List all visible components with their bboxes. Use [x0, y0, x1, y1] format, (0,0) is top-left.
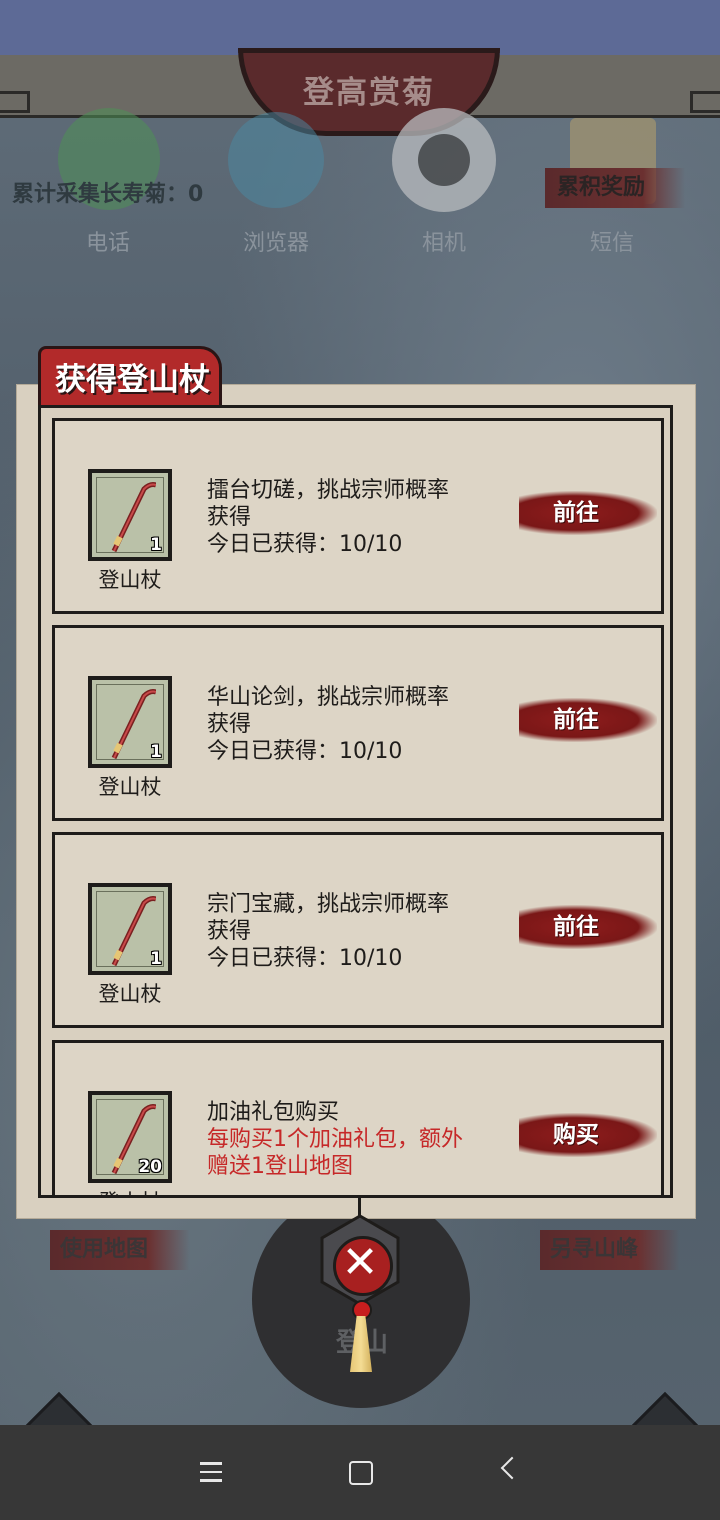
item-name: 登山杖 [98, 982, 162, 1006]
item-name: 登山杖 [98, 568, 162, 592]
frame-corner-left [0, 91, 30, 113]
app-label-message: 短信 [589, 231, 634, 256]
item-count: 20 [138, 1157, 162, 1177]
desc-line: 宗门宝藏，挑战宗师概率 [207, 892, 450, 917]
desc-line: 获得 [207, 505, 252, 530]
source-card: 1 登山杖 宗门宝藏，挑战宗师概率 获得 今日已获得：10/10 前往 [52, 832, 664, 1028]
source-description: 华山论剑，挑战宗师概率 获得 今日已获得：10/10 [207, 684, 507, 765]
staff-icon [111, 689, 156, 760]
daily-progress: 今日已获得：10/10 [207, 532, 403, 557]
source-card: 1 登山杖 擂台切磋，挑战宗师概率 获得 今日已获得：10/10 前往 [52, 418, 664, 614]
item-slot[interactable]: 20 [88, 1091, 172, 1183]
desc-line: 华山论剑，挑战宗师概率 [207, 685, 450, 710]
collect-counter: 累计采集长寿菊：0 [12, 182, 204, 207]
bonus-line: 每购买1个加油礼包，额外 [207, 1127, 463, 1152]
app-label-camera: 相机 [421, 231, 466, 256]
menu-nav-icon[interactable] [200, 1462, 222, 1488]
item-list[interactable]: 1 登山杖 擂台切磋，挑战宗师概率 获得 今日已获得：10/10 前往 1 登山… [38, 405, 673, 1198]
status-bar [0, 0, 720, 55]
item-count: 1 [150, 949, 162, 969]
item-name: 登山杖 [83, 1186, 177, 1195]
staff-icon [111, 482, 156, 553]
camera-icon [392, 108, 496, 212]
source-description: 擂台切磋，挑战宗师概率 获得 今日已获得：10/10 [207, 477, 507, 558]
buy-button[interactable]: 购买 [519, 1113, 657, 1157]
close-icon: ✕ [341, 1237, 379, 1288]
go-button[interactable]: 前往 [519, 491, 657, 535]
staff-icon [111, 896, 156, 967]
home-nav-icon[interactable] [349, 1461, 373, 1485]
go-button[interactable]: 前往 [519, 905, 657, 949]
source-description: 加油礼包购买 每购买1个加油礼包，额外 赠送1登山地图 [207, 1099, 507, 1180]
daily-progress: 今日已获得：10/10 [207, 946, 403, 971]
frame-corner-right [690, 91, 720, 113]
item-slot[interactable]: 1 [88, 883, 172, 975]
use-map-button[interactable]: 使用地图 [50, 1230, 190, 1270]
desc-line: 加油礼包购买 [207, 1100, 340, 1125]
item-count: 1 [150, 742, 162, 762]
source-card: 1 登山杖 华山论剑，挑战宗师概率 获得 今日已获得：10/10 前往 [52, 625, 664, 821]
app-label-browser: 浏览器 [242, 231, 309, 256]
item-name: 登山杖 [98, 775, 162, 799]
source-description: 宗门宝藏，挑战宗师概率 获得 今日已获得：10/10 [207, 891, 507, 972]
reward-button[interactable]: 累积奖励 [545, 168, 685, 208]
browser-icon [228, 112, 324, 208]
item-count: 1 [150, 535, 162, 555]
desc-line: 获得 [207, 919, 252, 944]
item-slot[interactable]: 1 [88, 469, 172, 561]
other-peak-button[interactable]: 另寻山峰 [540, 1230, 680, 1270]
desc-line: 擂台切磋，挑战宗师概率 [207, 478, 450, 503]
item-slot[interactable]: 1 [88, 676, 172, 768]
dialog-title: 获得登山杖 [38, 346, 222, 406]
daily-progress: 今日已获得：10/10 [207, 739, 403, 764]
bonus-line: 赠送1登山地图 [207, 1154, 353, 1179]
camera-lens-icon [418, 134, 470, 186]
staff-icon [111, 1104, 156, 1175]
desc-line: 获得 [207, 712, 252, 737]
source-card: 20 登山杖 加油礼包购买 每购买1个加油礼包，额外 赠送1登山地图 购买 [52, 1040, 664, 1195]
app-label-phone: 电话 [85, 231, 130, 256]
go-button[interactable]: 前往 [519, 698, 657, 742]
